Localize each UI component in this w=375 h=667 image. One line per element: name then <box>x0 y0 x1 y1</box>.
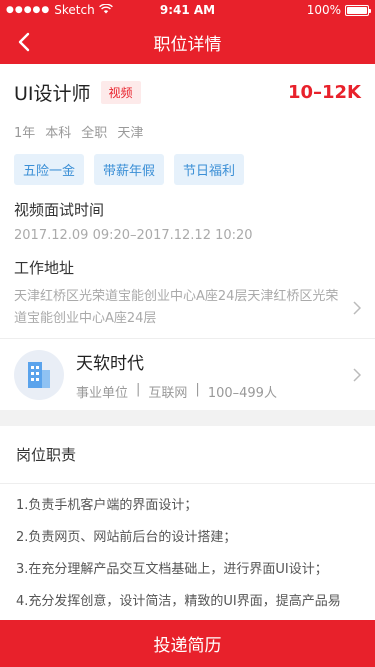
duties-card: 岗位职责 1.负责手机客户端的界面设计； 2.负责网页、网站前后台的设计搭建； … <box>0 426 375 620</box>
company-info: 天软时代 事业单位 | 互联网 | 100–499人 <box>76 349 277 401</box>
chevron-right-icon <box>353 301 361 315</box>
job-meta-city: 天津 <box>117 125 144 141</box>
company-logo <box>14 349 64 400</box>
company-name: 天软时代 <box>76 353 144 374</box>
nav-bar: 职位详情 <box>0 20 375 64</box>
chevron-right-icon <box>353 367 361 382</box>
duty-item: 3.在充分理解产品交互文档基础上，进行界面UI设计； <box>16 562 328 577</box>
status-left: ●●●●● Sketch <box>6 3 113 17</box>
back-button[interactable] <box>10 28 38 56</box>
duty-item: 4.充分发挥创意，设计简洁，精致的UI界面，提高产品易 <box>16 594 341 609</box>
carrier-label: Sketch <box>54 3 95 17</box>
company-type: 事业单位 <box>76 385 129 401</box>
status-bar: ●●●●● Sketch 9:41 AM 100% <box>0 0 375 20</box>
duties-title: 岗位职责 <box>0 426 375 484</box>
battery-percent: 100% <box>306 3 341 17</box>
job-meta: 1年 本科 全职 天津 <box>14 120 361 142</box>
battery-icon <box>345 4 371 16</box>
chevron-left-icon <box>18 32 30 52</box>
benefit-tag: 带薪年假 <box>94 154 165 185</box>
interview-label: 视频面试时间 <box>14 201 105 219</box>
benefit-tag: 节日福利 <box>174 154 245 185</box>
benefit-tag: 五险一金 <box>14 154 85 185</box>
battery-level <box>347 6 367 14</box>
company-industry: 互联网 <box>148 385 188 401</box>
job-meta-experience: 1年 <box>14 125 36 141</box>
job-meta-education: 本科 <box>45 125 72 141</box>
duty-item: 1.负责手机客户端的界面设计； <box>16 498 198 513</box>
job-title-row: UI设计师 视频 10–12K <box>14 64 361 120</box>
signal-dots-icon: ●●●●● <box>6 5 51 15</box>
company-meta: 事业单位 | 互联网 | 100–499人 <box>76 382 277 401</box>
company-card[interactable]: 天软时代 事业单位 | 互联网 | 100–499人 <box>0 338 375 410</box>
address-text: 天津红桥区光荣道宝能创业中心A座24层天津红桥区光荣道宝能创业中心A座24层 <box>14 289 339 326</box>
apply-button[interactable]: 投递简历 <box>0 620 375 667</box>
interview-time: 2017.12.09 09:20–2017.12.12 10:20 <box>14 228 253 243</box>
company-size: 100–499人 <box>207 385 277 401</box>
meta-separator: | <box>195 381 200 397</box>
salary: 10–12K <box>287 81 361 103</box>
video-tag: 视频 <box>100 80 141 104</box>
duties-list: 1.负责手机客户端的界面设计； 2.负责网页、网站前后台的设计搭建； 3.在充分… <box>0 484 375 618</box>
job-meta-type: 全职 <box>81 125 108 141</box>
building-icon <box>28 361 50 388</box>
benefit-tags: 五险一金 带薪年假 节日福利 <box>14 154 361 185</box>
job-title: UI设计师 <box>14 82 91 105</box>
address-label: 工作地址 <box>14 259 75 277</box>
meta-separator: | <box>136 381 141 397</box>
page-title: 职位详情 <box>153 34 222 55</box>
address-row[interactable]: 天津红桥区光荣道宝能创业中心A座24层天津红桥区光荣道宝能创业中心A座24层 <box>14 286 361 330</box>
wifi-icon <box>98 3 113 17</box>
status-right: 100% <box>306 3 371 17</box>
duty-item: 2.负责网页、网站前后台的设计搭建； <box>16 530 237 545</box>
job-card: UI设计师 视频 10–12K 1年 本科 全职 天津 五险一金 带薪年假 节日… <box>0 64 375 338</box>
